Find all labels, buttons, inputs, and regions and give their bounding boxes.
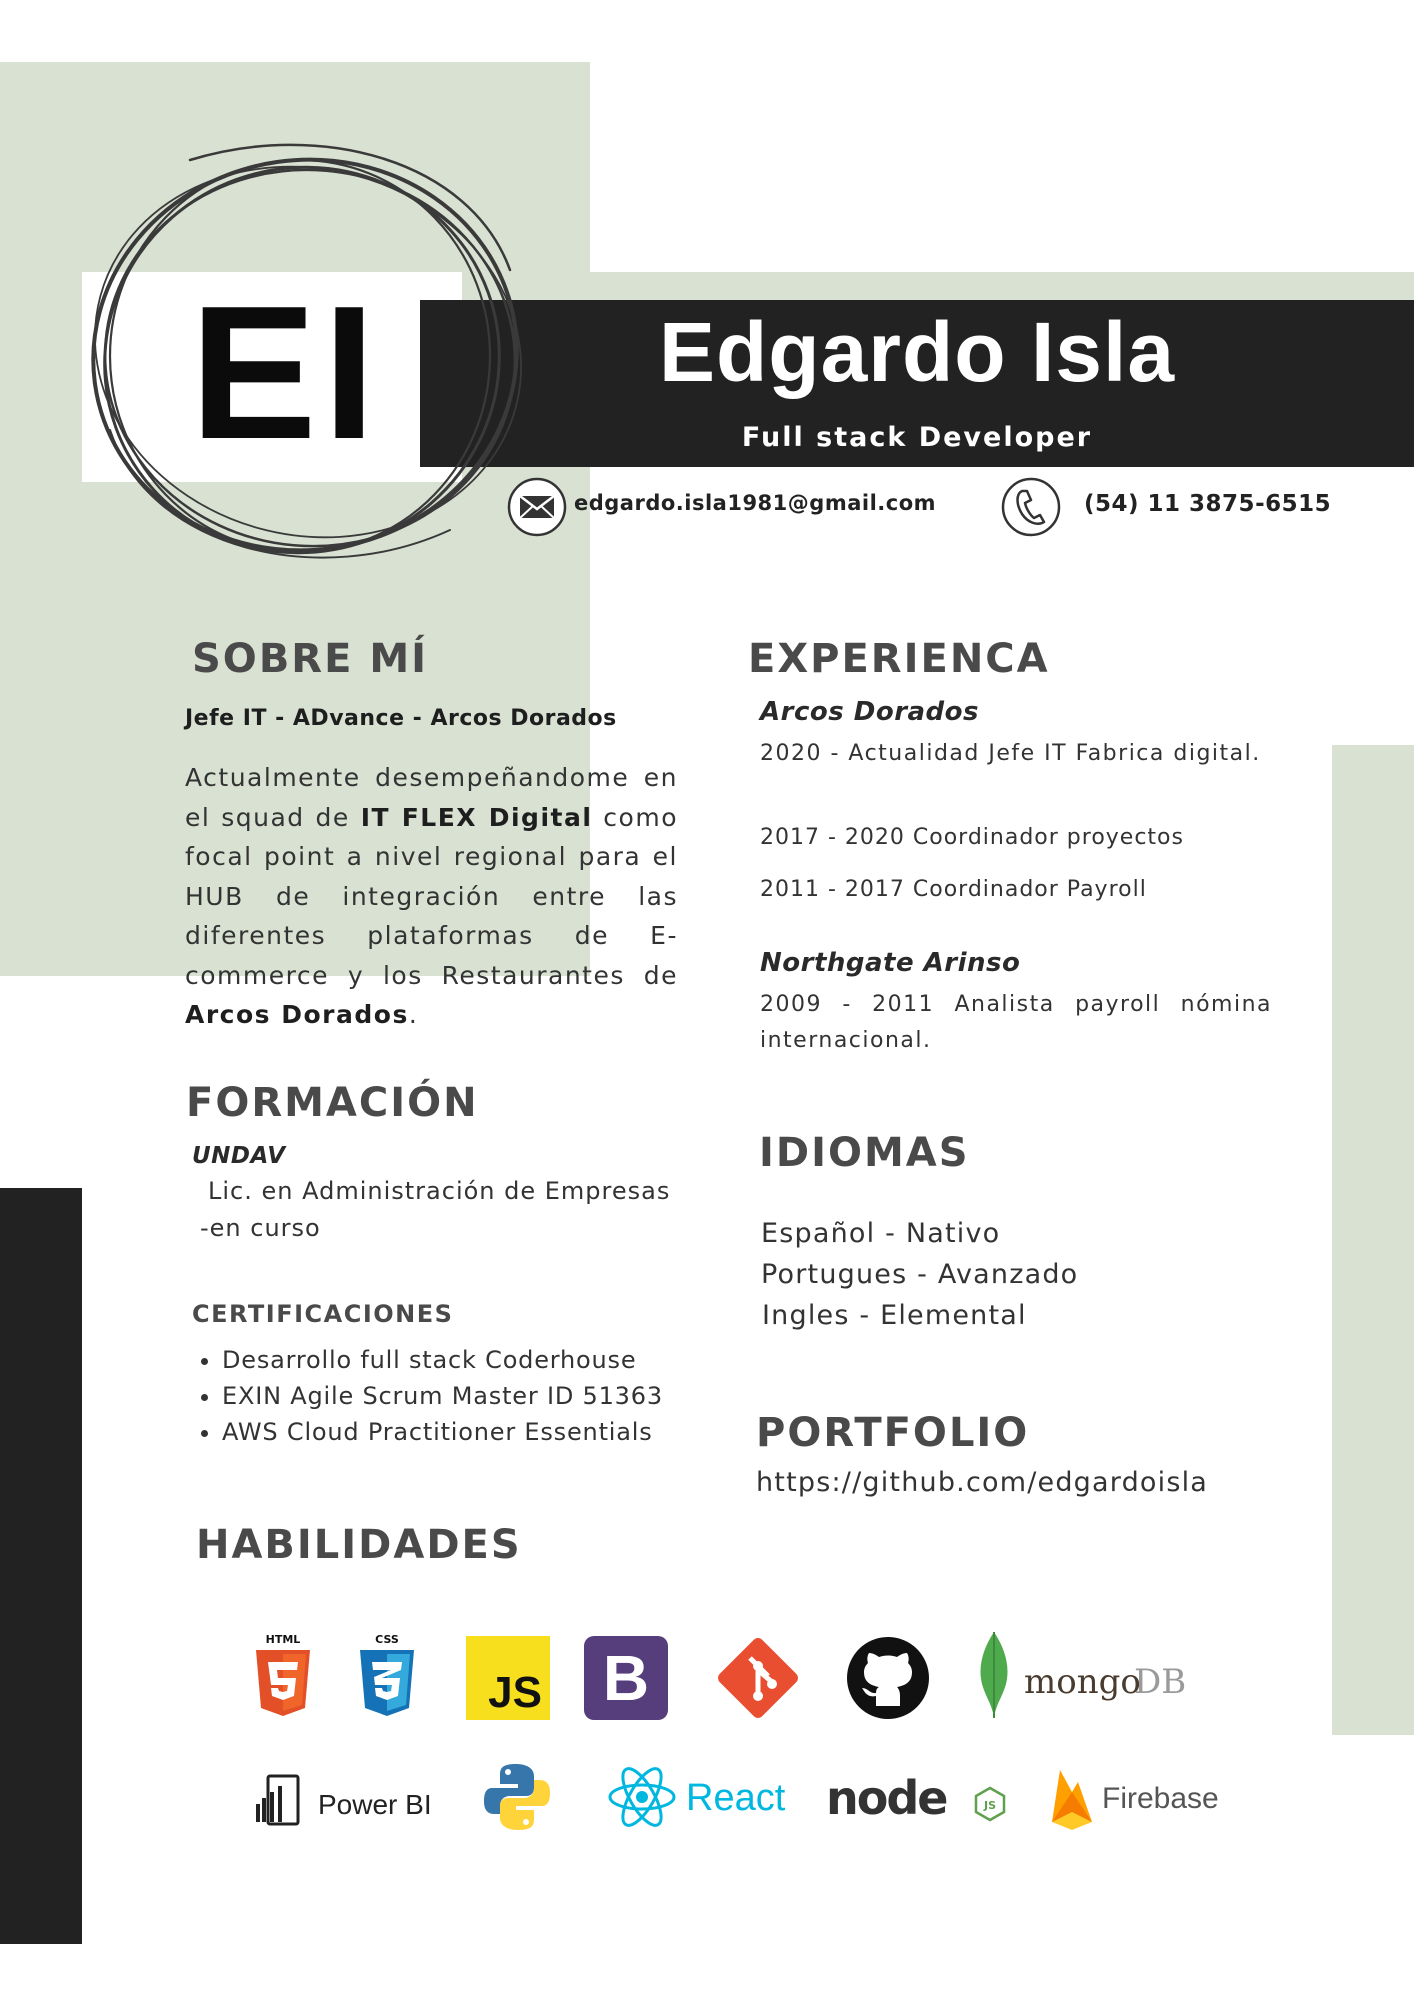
company-northgate-arinso: Northgate Arinso [760,948,1021,978]
person-name: Edgardo Isla [658,305,1176,399]
python-icon [484,1764,550,1830]
degree-status: -en curso [200,1214,321,1242]
svg-text:JS: JS [983,1799,996,1812]
svg-text:React: React [686,1777,786,1819]
git-icon [718,1638,798,1718]
javascript-icon: JS [466,1636,550,1720]
languages-heading: IDIOMAS [759,1130,970,1176]
bootstrap-label: B [602,1642,650,1714]
list-item: Desarrollo full stack Coderhouse [222,1342,663,1378]
experience-heading: EXPERIENCA [748,636,1050,682]
firebase-icon: Firebase [1052,1770,1219,1830]
bootstrap-icon: B [584,1636,668,1720]
html5-icon: HTML [256,1633,310,1716]
experience-item: 2011 - 2017 Coordinador Payroll [760,877,1147,902]
education-heading: FORMACIÓN [186,1080,479,1126]
experience-item: 2020 - Actualidad Jefe IT Fabrica digita… [760,741,1261,766]
certifications-list: Desarrollo full stack Coderhouse EXIN Ag… [186,1342,663,1450]
power-bi-icon: Power BI [256,1774,432,1826]
svg-text:node: node [826,1771,946,1825]
svg-text:Power BI: Power BI [318,1789,432,1820]
list-item: AWS Cloud Practitioner Essentials [222,1414,663,1450]
certifications-heading: CERTIFICACIONES [192,1300,454,1328]
skills-heading: HABILIDADES [196,1522,522,1568]
institution: UNDAV [192,1143,286,1169]
job-title: Full stack Developer [741,422,1093,453]
monogram: EI [190,267,382,479]
portfolio-link[interactable]: https://github.com/edgardoisla [756,1462,1208,1503]
svg-text:DB: DB [1134,1662,1186,1702]
svg-text:CSS: CSS [375,1633,399,1646]
degree: Lic. en Administración de Empresas [208,1177,671,1205]
phone-number[interactable]: (54) 11 3875-6515 [1084,491,1331,517]
company-arcos-dorados: Arcos Dorados [760,697,980,727]
nodejs-icon: node JS [826,1771,1006,1825]
list-item: EXIN Agile Scrum Master ID 51363 [222,1378,663,1414]
envelope-icon [507,477,567,537]
email-link[interactable]: edgardo.isla1981@gmail.com [574,491,936,515]
experience-item: 2009 - 2011 Analista payroll nómina inte… [760,992,1272,1053]
css3-icon: CSS [360,1633,414,1716]
language-item: Portugues - Avanzado [761,1259,1079,1290]
github-icon [847,1637,929,1719]
react-icon: React [608,1767,786,1827]
svg-text:mongo: mongo [1024,1662,1141,1702]
svg-text:Firebase: Firebase [1102,1782,1219,1815]
green-panel-header-right [590,272,1414,302]
javascript-label: JS [488,1668,542,1717]
svg-text:HTML: HTML [266,1633,301,1646]
portfolio-heading: PORTFOLIO [756,1410,1030,1456]
phone-icon [1001,477,1061,537]
about-paragraph: Actualmente desempeñandome en el squad d… [185,763,678,1029]
green-panel-right [1332,745,1414,1735]
mongodb-icon: mongo DB [980,1632,1186,1718]
experience-item: 2017 - 2020 Coordinador proyectos [760,825,1184,850]
about-heading: SOBRE MÍ [192,636,429,682]
dark-bar-left [0,1188,82,1944]
about-subtitle: Jefe IT - ADvance - Arcos Dorados [185,706,617,731]
language-item: Español - Nativo [761,1218,1001,1249]
language-item: Ingles - Elemental [762,1300,1027,1331]
